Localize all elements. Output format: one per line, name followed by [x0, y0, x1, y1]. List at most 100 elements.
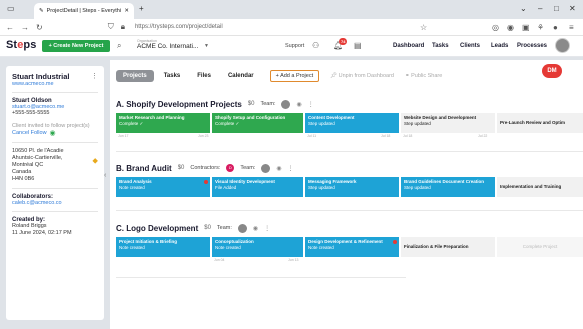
user-icon[interactable]: ⚇ [312, 41, 319, 50]
project-title[interactable]: A. Shopify Development Projects [116, 100, 242, 109]
shield-icon[interactable]: ⛉ [108, 22, 114, 32]
forward-icon[interactable]: → [21, 23, 29, 32]
unpin-label: Unpin from Dashboard [338, 73, 394, 79]
unpin-dashboard-button[interactable]: 📌︎ Unpin from Dashboard [330, 73, 394, 79]
step-card[interactable]: Shopify Setup and Configuration Complete … [212, 113, 303, 133]
avatar[interactable] [261, 163, 271, 173]
project-b: B. Brand Audit $0 Contractors: D Team: ◉… [116, 162, 583, 197]
step-card[interactable]: Visual Identity Development File Added [212, 177, 303, 197]
more-options-icon[interactable]: ⋮ [308, 101, 314, 108]
step-card[interactable]: Website Design and Development Step updat… [401, 113, 495, 133]
step-card[interactable]: Project Initiation & Briefing Note create… [116, 237, 210, 257]
star-icon[interactable]: ☆ [420, 23, 427, 32]
step-date: Jun 04 [214, 258, 225, 262]
pin-icon: 📌︎ [330, 73, 338, 79]
account-icon[interactable]: ◉ [507, 23, 514, 32]
step-date: Jun 23 [198, 134, 209, 138]
address-line: Canada [12, 169, 32, 175]
step-title: Brand Guidelines Document Creation [404, 179, 485, 184]
step-title: Design Development & Refinement [308, 239, 383, 244]
nav-processes[interactable]: Processes [517, 43, 547, 49]
logo-text-end: ps [23, 39, 37, 51]
collapse-panel-icon[interactable]: ‹ [104, 172, 106, 179]
step-card[interactable]: Brand Analysis Note created [116, 177, 210, 197]
nav-dashboard[interactable]: Dashboard [393, 43, 424, 49]
chevron-down-icon[interactable]: ⌄ [520, 4, 527, 13]
step-card[interactable]: Content Development Step updated [305, 113, 399, 133]
window-menu-icon[interactable]: ▭ [7, 4, 15, 13]
lock-icon[interactable]: 🔒︎ [121, 22, 125, 32]
browser-menu-icon[interactable]: ≡ [569, 23, 574, 32]
step-card[interactable]: Implementation and Training [497, 177, 583, 197]
puzzle-icon[interactable]: ⚘ [537, 23, 544, 32]
eye-icon[interactable]: ◉ [253, 225, 258, 232]
steps-logo[interactable]: Steps [6, 39, 36, 51]
back-icon[interactable]: ← [6, 23, 14, 32]
contact-phone: +555-555-5555 [12, 110, 50, 116]
chevron-down-icon[interactable]: ▼ [204, 43, 209, 49]
divider [116, 277, 406, 278]
eye-icon[interactable]: ◉ [296, 101, 301, 108]
avatar[interactable] [555, 38, 570, 53]
tab-calendar[interactable]: Calendar [221, 70, 261, 82]
maximize-icon[interactable]: □ [554, 4, 559, 13]
new-tab-icon[interactable]: + [139, 4, 144, 13]
close-tab-icon[interactable]: ✕ [124, 8, 129, 14]
more-options-icon[interactable]: ⋮ [264, 225, 270, 232]
address-line: 10650 Pl. de l'Acadie [12, 148, 64, 154]
avatar[interactable] [237, 223, 247, 233]
profile-icon[interactable]: ● [553, 23, 558, 32]
reload-icon[interactable]: ↻ [36, 23, 43, 32]
step-card[interactable]: Complete Project [497, 237, 583, 257]
add-project-button[interactable]: + Add a Project [269, 70, 320, 82]
browser-tab[interactable]: ✎ ProjectDetail | Steps - Everythin ✕ [34, 3, 134, 19]
more-options-icon[interactable]: ⋮ [91, 72, 98, 81]
step-card[interactable]: Market Research and Planning Complete ✓ [116, 113, 210, 133]
step-card[interactable]: Brand Guidelines Document Creation Step u… [401, 177, 495, 197]
dm-badge[interactable]: DM [542, 64, 562, 78]
more-options-icon[interactable]: ⋮ [288, 165, 294, 172]
step-card[interactable]: Design Development & Refinement Note crea… [305, 237, 399, 257]
avatar[interactable] [281, 99, 291, 109]
step-date: Jul 22 [478, 134, 488, 138]
tab-projects[interactable]: Projects [116, 70, 154, 82]
organisation-name: ACME Co. Internati... [137, 43, 199, 50]
nav-leads[interactable]: Leads [491, 43, 508, 49]
step-card[interactable]: Messaging Framework Step updated [305, 177, 399, 197]
close-window-icon[interactable]: ✕ [569, 4, 576, 13]
step-date: Jun 13 [288, 258, 299, 262]
app-header: Steps + Create New Project ⌕ Organisatio… [0, 36, 583, 57]
nav-tasks[interactable]: Tasks [432, 43, 449, 49]
create-new-project-button[interactable]: + Create New Project [42, 40, 110, 52]
cancel-follow-link[interactable]: Cancel Follow [12, 130, 47, 136]
extension-icon[interactable]: ◎ [492, 23, 499, 32]
step-card[interactable]: Pre-Launch Review and Optim [497, 113, 583, 133]
step-status: Note created [308, 244, 334, 250]
client-website-link[interactable]: www.acmeco.me [12, 81, 98, 87]
step-card[interactable]: Finalization & File Preparation [401, 237, 495, 257]
team-label: Team: [260, 101, 276, 107]
support-link[interactable]: Support [285, 43, 304, 49]
project-title[interactable]: C. Logo Development [116, 224, 198, 233]
collaborator-email-link[interactable]: caleb.c@acmeco.co [12, 200, 98, 206]
search-icon[interactable]: ⌕ [117, 41, 121, 51]
extension-badge-icon[interactable]: ▣ [522, 23, 530, 32]
eye-icon[interactable]: ◉ [276, 165, 281, 172]
minimize-icon[interactable]: – [538, 4, 542, 13]
public-share-button[interactable]: ⚭ Public Share [405, 73, 442, 79]
organisation-selector[interactable]: Organisation ACME Co. Internati... [137, 39, 198, 50]
project-title[interactable]: B. Brand Audit [116, 164, 172, 173]
team-label: Team: [240, 165, 256, 171]
created-date: 11 June 2024, 02:17 PM [12, 230, 72, 236]
avatar[interactable]: D [226, 164, 235, 172]
step-date: Jul 18 [381, 134, 391, 138]
tab-files[interactable]: Files [190, 70, 218, 82]
map-pin-icon[interactable]: ⬥ [92, 156, 98, 183]
tab-tasks[interactable]: Tasks [157, 70, 188, 82]
chat-icon[interactable]: ▤ [354, 41, 362, 50]
divider [12, 211, 98, 212]
step-card[interactable]: Conceptualization Note created [212, 237, 303, 257]
nav-clients[interactable]: Clients [460, 43, 480, 49]
url-field[interactable]: https://trysteps.com/project/detail [135, 24, 223, 30]
step-title: Complete Project [522, 244, 558, 249]
